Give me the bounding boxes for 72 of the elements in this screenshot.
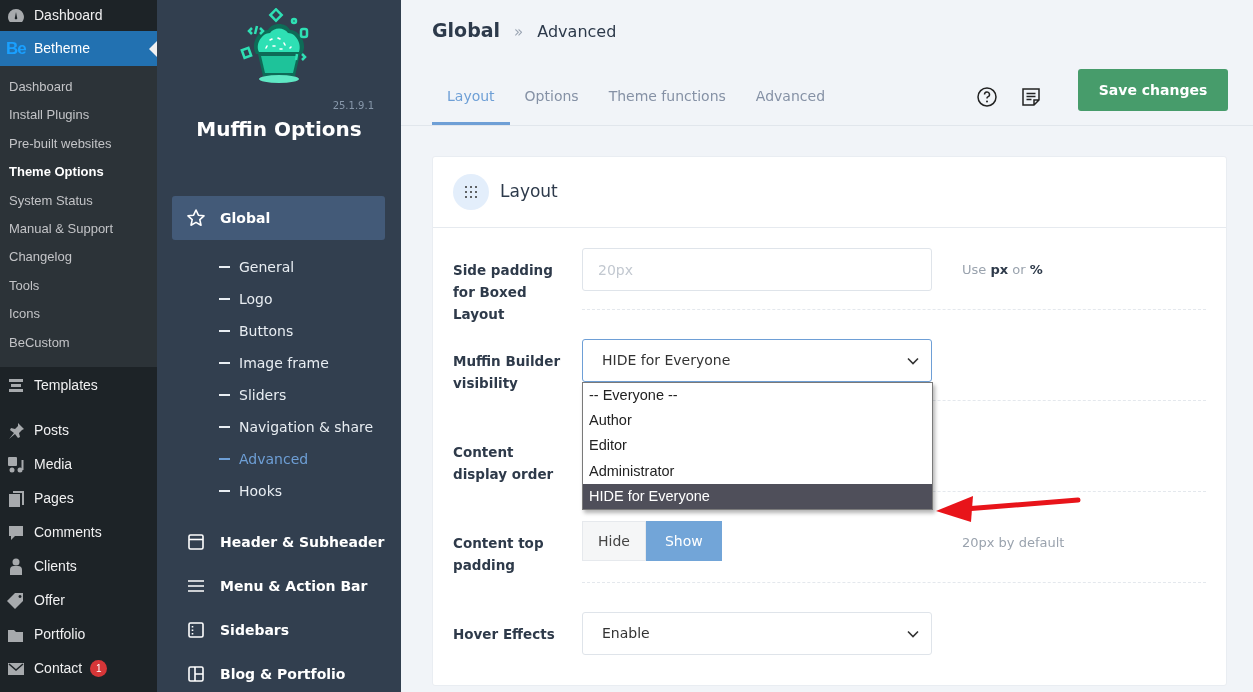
breadcrumb-page: Advanced <box>537 21 617 43</box>
menu-item[interactable]: Media <box>0 447 157 482</box>
submenu-item[interactable]: Install Plugins <box>0 101 157 130</box>
submenu-item[interactable]: Dashboard <box>0 73 157 102</box>
text-field[interactable]: 20px <box>582 248 932 291</box>
menu-item[interactable]: Be Betheme <box>0 31 157 66</box>
submenu-item[interactable]: Icons <box>0 300 157 329</box>
chevron-down-icon <box>907 629 919 638</box>
toggle-option[interactable]: Hide <box>582 521 646 561</box>
submenu-item[interactable]: Theme Options <box>0 158 157 187</box>
star-icon <box>186 208 206 228</box>
field-label: Muffin Builder visibility <box>453 352 562 393</box>
menu-item[interactable]: Portfolio <box>0 617 157 652</box>
version-label: 25.1.9.1 <box>331 99 375 112</box>
field-label: Content display order <box>453 443 555 484</box>
menu-item[interactable]: Offer <box>0 583 157 618</box>
app-title: Muffin Options <box>195 116 363 143</box>
submenu-item[interactable]: Changelog <box>0 243 157 272</box>
subnav-item[interactable]: Logo <box>172 283 385 315</box>
menu-item[interactable]: Templates <box>0 368 157 403</box>
nav-item[interactable]: Blog & Portfolio <box>172 652 385 692</box>
select-field[interactable]: HIDE for Everyone <box>582 339 932 382</box>
dropdown-option[interactable]: HIDE for Everyone <box>583 483 932 509</box>
submenu-item[interactable]: Pre-built websites <box>0 129 157 159</box>
dropdown-option[interactable]: Author <box>583 408 932 434</box>
field-label: Hover Effects <box>453 625 556 644</box>
subnav-item[interactable]: Hooks <box>172 475 385 507</box>
hint-text: Use px or % <box>962 261 1043 279</box>
select-field[interactable]: Enable <box>582 612 932 655</box>
subnav-item[interactable]: Navigation & share <box>172 411 385 443</box>
dropdown-option[interactable]: -- Everyone -- <box>583 383 932 409</box>
dropdown-option[interactable]: Administrator <box>583 458 932 484</box>
dropdown-option[interactable]: Editor <box>583 433 932 459</box>
subnav-item[interactable]: Buttons <box>172 315 385 347</box>
subnav-item[interactable]: General <box>172 251 385 283</box>
submenu-item[interactable]: BeCustom <box>0 328 157 357</box>
nav-item[interactable]: Global <box>172 196 385 240</box>
menu-item[interactable]: Clients <box>0 549 157 584</box>
window-icon <box>186 532 206 552</box>
pointer-icon <box>149 40 157 57</box>
subnav-item[interactable]: Sliders <box>172 379 385 411</box>
help-icon[interactable] <box>976 85 998 108</box>
submenu-item[interactable]: Manual & Support <box>0 214 157 244</box>
notes-icon[interactable] <box>1020 85 1042 108</box>
grid-layout-icon <box>186 664 206 684</box>
submenu-item[interactable]: System Status <box>0 186 157 215</box>
photo-music-icon <box>6 454 26 475</box>
logo-text: Be <box>6 37 26 60</box>
subnav-item[interactable]: Advanced <box>172 443 385 475</box>
panel-title: Layout <box>500 180 558 204</box>
menu-item[interactable]: Contact 1 <box>0 651 157 686</box>
chevron-down-icon <box>907 356 919 365</box>
price-tag-icon <box>6 590 26 611</box>
breadcrumb-separator: » <box>514 22 524 43</box>
menu-item[interactable]: Pages <box>0 481 157 516</box>
dot-grid-icon <box>453 174 489 210</box>
pages-icon <box>6 488 26 509</box>
count-badge: 1 <box>90 660 108 678</box>
hint-text: 20px by default <box>962 534 1065 552</box>
sidebar-layout-icon <box>186 620 206 640</box>
field-label: Side padding for Boxed Layout <box>453 261 554 324</box>
submenu-item[interactable]: Tools <box>0 271 157 301</box>
menu-item[interactable]: Comments <box>0 515 157 550</box>
menu-item[interactable]: Posts <box>0 413 157 448</box>
menu-item[interactable]: Dashboard <box>0 0 157 31</box>
field-label: Content top padding <box>453 534 545 575</box>
breadcrumb-section: Global <box>432 16 501 45</box>
subnav-item[interactable]: Image frame <box>172 347 385 379</box>
nav-item[interactable]: Sidebars <box>172 608 385 652</box>
pushpin-icon <box>6 420 26 441</box>
nav-item[interactable]: Header & Subheader <box>172 520 385 564</box>
nav-item[interactable]: Menu & Action Bar <box>172 564 385 608</box>
